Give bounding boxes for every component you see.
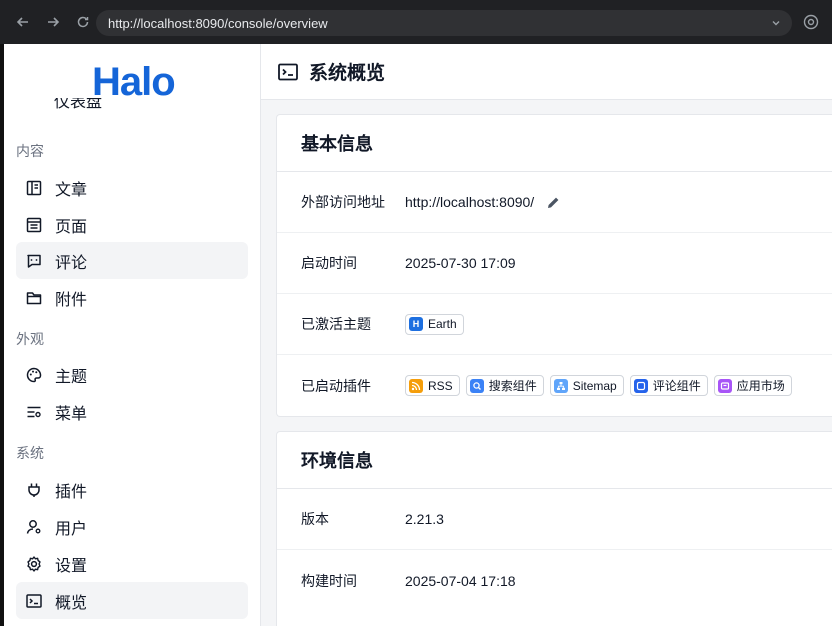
plugin-tag[interactable]: Sitemap	[549, 375, 624, 396]
pencil-icon[interactable]	[546, 195, 561, 210]
sidebar-item-label: 用户	[55, 520, 88, 538]
reload-icon[interactable]	[70, 9, 96, 35]
sidebar-item-pages[interactable]: 页面	[16, 206, 248, 243]
info-row-build-time: 构建时间 2025-07-04 17:18	[277, 550, 832, 611]
terminal-icon	[277, 61, 299, 83]
search-widget-icon	[469, 378, 484, 393]
tag-label: 搜索组件	[488, 379, 537, 393]
env-info-card: 环境信息 版本 2.21.3 构建时间 2025-07-04 17:18	[276, 431, 832, 626]
row-label: 已激活主题	[301, 316, 371, 332]
sidebar-item-users[interactable]: 用户	[16, 508, 248, 545]
row-value: RSS 搜索组件 Sitemap 评论组件 应用市场	[405, 375, 798, 396]
build-time-value: 2025-07-04 17:18	[405, 572, 516, 589]
address-bar[interactable]: http://localhost:8090/console/overview	[96, 10, 792, 36]
user-icon	[25, 518, 43, 536]
info-row-start-time: 启动时间 2025-07-30 17:09	[277, 233, 832, 294]
comment-icon	[25, 252, 43, 270]
info-row-plugins: 已启动插件 RSS 搜索组件 Sitemap 评论组件 应用市场	[277, 355, 832, 416]
tag-label: RSS	[428, 378, 453, 393]
browser-toolbar: http://localhost:8090/console/overview	[0, 0, 832, 44]
card-title: 环境信息	[277, 432, 832, 489]
book-icon	[25, 179, 43, 197]
info-row-version: 版本 2.21.3	[277, 489, 832, 550]
sidebar-item-label: 文章	[55, 181, 88, 199]
section-label-system: 系统	[16, 445, 44, 461]
palette-icon	[25, 366, 43, 384]
page-header: 系统概览	[261, 44, 832, 100]
sidebar-item-themes[interactable]: 主题	[16, 356, 248, 393]
dashboard-label: 仪表盘	[54, 98, 103, 111]
tag-label: 应用市场	[736, 379, 785, 393]
row-value: H Earth	[405, 313, 470, 335]
page-title: 系统概览	[309, 63, 386, 84]
row-label: 启动时间	[301, 255, 357, 271]
sidebar-item-comments[interactable]: 评论	[16, 242, 248, 279]
plug-icon	[25, 481, 43, 499]
app-market-icon	[717, 378, 732, 393]
sidebar-item-overview[interactable]: 概览	[16, 582, 248, 619]
halo-logo[interactable]: Halo	[92, 60, 176, 105]
external-url-value: http://localhost:8090/	[405, 194, 535, 210]
plugin-tag[interactable]: 搜索组件	[465, 375, 544, 396]
sidebar: Halo 仪表盘 内容 文章 页面 评论 附件 外观 主题 菜单 系统 插件 用…	[0, 44, 261, 626]
sidebar-item-attachments[interactable]: 附件	[16, 279, 248, 316]
sidebar-item-label: 菜单	[55, 405, 88, 423]
sidebar-item-dashboard-partial[interactable]: 仪表盘	[24, 98, 102, 118]
sidebar-item-label: 设置	[55, 557, 88, 575]
sidebar-item-label: 页面	[55, 218, 88, 236]
menu-list-icon	[25, 403, 43, 421]
folder-icon	[25, 289, 43, 307]
terminal-icon	[25, 592, 43, 610]
start-time-value: 2025-07-30 17:09	[405, 255, 516, 271]
sidebar-item-label: 评论	[55, 254, 88, 272]
tag-label: Sitemap	[572, 378, 617, 393]
sidebar-item-label: 概览	[55, 594, 88, 612]
tag-label: 评论组件	[652, 379, 701, 393]
plugin-tag[interactable]: 评论组件	[629, 375, 708, 396]
row-label: 构建时间	[301, 572, 357, 589]
back-icon[interactable]	[10, 9, 36, 35]
card-title: 基本信息	[277, 115, 832, 172]
sidebar-item-label: 附件	[55, 291, 88, 309]
sidebar-item-menus[interactable]: 菜单	[16, 393, 248, 430]
earth-theme-icon: H	[409, 317, 423, 331]
settings-icon	[25, 555, 43, 573]
plugin-tag[interactable]: RSS	[405, 375, 460, 396]
row-label: 已启动插件	[301, 377, 371, 394]
row-label: 外部访问地址	[301, 194, 385, 210]
comment-widget-icon	[633, 378, 648, 393]
sidebar-item-posts[interactable]: 文章	[16, 169, 248, 206]
sidebar-item-label: 主题	[55, 368, 88, 386]
extension-icon[interactable]	[802, 13, 820, 31]
window-edge	[0, 44, 4, 626]
section-label-appearance: 外观	[16, 331, 44, 347]
info-row-external-url: 外部访问地址 http://localhost:8090/	[277, 172, 832, 233]
url-text: http://localhost:8090/console/overview	[108, 15, 328, 31]
rss-icon	[409, 378, 423, 393]
tag-label: Earth	[428, 317, 457, 331]
row-value: http://localhost:8090/	[405, 194, 561, 210]
sitemap-icon	[553, 378, 568, 393]
forward-icon[interactable]	[40, 9, 66, 35]
page-icon	[25, 216, 43, 234]
basic-info-card: 基本信息 外部访问地址 http://localhost:8090/ 启动时间 …	[276, 114, 832, 417]
sidebar-item-plugins[interactable]: 插件	[16, 471, 248, 508]
sidebar-item-settings[interactable]: 设置	[16, 545, 248, 582]
version-value: 2.21.3	[405, 511, 444, 527]
theme-tag[interactable]: H Earth	[405, 313, 464, 335]
sidebar-item-label: 插件	[55, 483, 88, 501]
section-label-content: 内容	[16, 143, 44, 159]
info-row-active-theme: 已激活主题 H Earth	[277, 294, 832, 355]
row-label: 版本	[301, 511, 329, 527]
plugin-tag[interactable]: 应用市场	[713, 375, 792, 396]
chevron-down-icon[interactable]	[770, 16, 782, 34]
